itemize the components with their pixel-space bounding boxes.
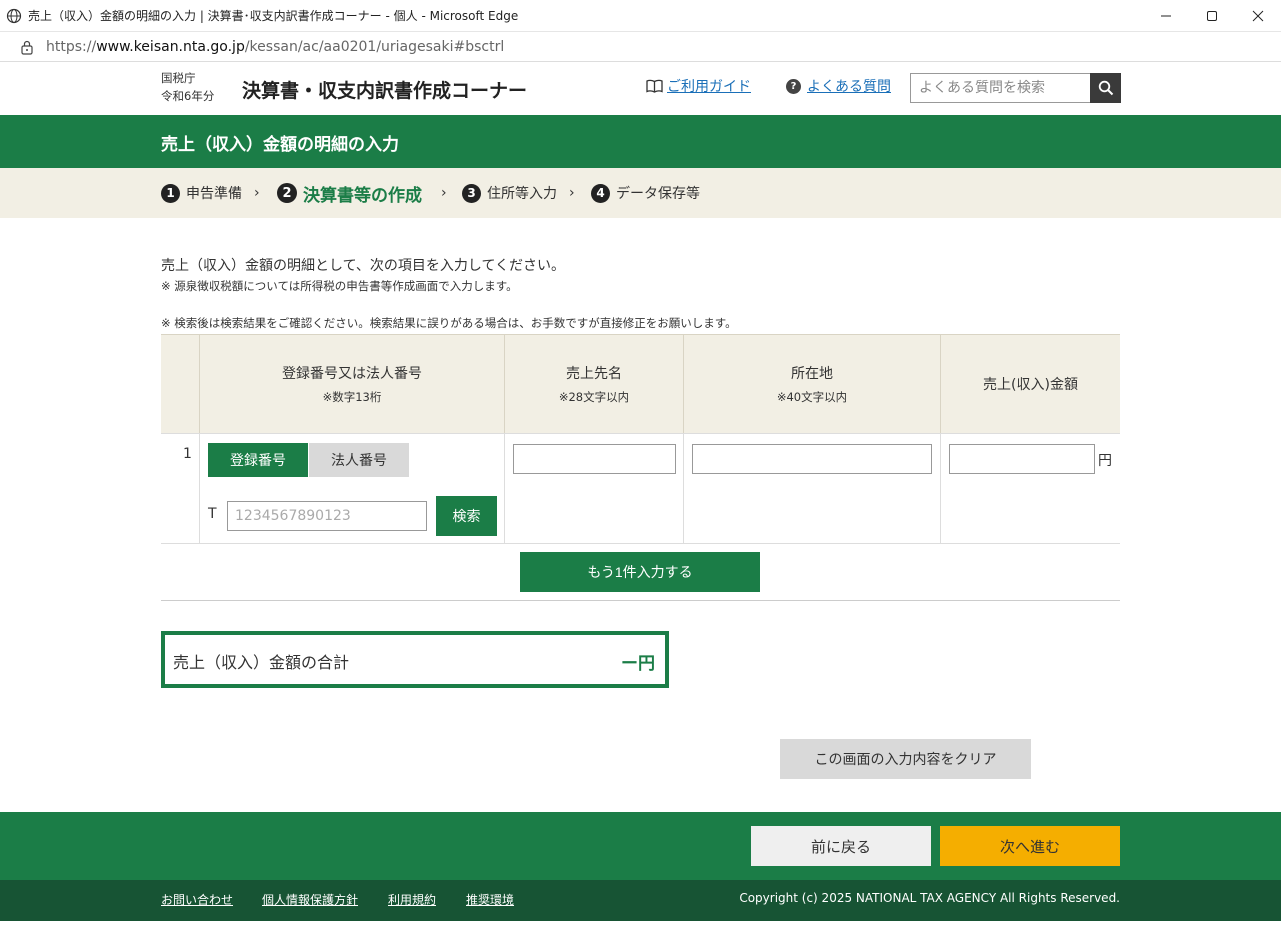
total-label: 売上（収入）金額の合計 (173, 653, 350, 672)
faq-link[interactable]: ? よくある質問 (786, 76, 891, 96)
guide-link[interactable]: ご利用ガイド (646, 76, 751, 96)
faq-link-label: よくある質問 (807, 79, 891, 95)
lookup-button[interactable]: 検索 (436, 496, 497, 536)
footer: お問い合わせ 個人情報保護方針 利用規約 推奨環境 Copyright (c) … (0, 880, 1281, 921)
faq-search-button[interactable] (1090, 73, 1121, 103)
next-button[interactable]: 次へ進む (940, 826, 1120, 866)
copyright: Copyright (c) 2025 NATIONAL TAX AGENCY A… (739, 891, 1120, 905)
agency-name: 国税庁 (161, 71, 196, 85)
number-cell: 登録番号 法人番号 T 検索 (200, 433, 505, 544)
total-value: ー円 (621, 654, 655, 674)
minimize-button[interactable] (1143, 0, 1189, 32)
guide-link-label: ご利用ガイド (667, 79, 751, 95)
clear-input-button[interactable]: この画面の入力内容をクリア (780, 739, 1031, 779)
url-scheme: https:// (46, 38, 97, 55)
header-number: 登録番号又は法人番号 ※数字13桁 (200, 334, 505, 433)
back-button[interactable]: 前に戻る (751, 826, 931, 866)
question-icon: ? (786, 78, 801, 94)
lock-icon (21, 40, 33, 55)
close-icon (1252, 10, 1264, 21)
footer-link-contact[interactable]: お問い合わせ (161, 891, 233, 908)
tax-year: 令和6年分 (161, 89, 215, 103)
amount-input[interactable] (949, 444, 1095, 474)
step-indicator: 1 申告準備 › 2 決算書等の作成 › 3 住所等入力 › 4 データ保存等 (0, 168, 1281, 218)
maximize-icon (1207, 10, 1217, 21)
sales-detail-table: 登録番号又は法人番号 ※数字13桁 売上先名 ※28文字以内 所在地 ※40文字… (161, 334, 1120, 544)
row-index: 1 (183, 446, 192, 462)
header-index (161, 334, 200, 433)
tab-corporate-number[interactable]: 法人番号 (309, 443, 409, 477)
header-name: 売上先名 ※28文字以内 (505, 334, 684, 433)
chevron-right-icon: › (254, 185, 260, 201)
amount-cell: 円 (941, 433, 1120, 544)
tab-registration-number[interactable]: 登録番号 (208, 443, 308, 477)
page-title: 売上（収入）金額の明細の入力 (161, 135, 399, 155)
address-input[interactable] (692, 444, 932, 474)
registration-prefix: T (208, 506, 217, 522)
step-3: 3 住所等入力 (462, 168, 557, 218)
add-row-button[interactable]: もう1件入力する (520, 552, 760, 592)
site-title[interactable]: 決算書・収支内訳書作成コーナー (242, 76, 527, 103)
total-box: 売上（収入）金額の合計 ー円 (161, 631, 669, 688)
url-host: www.keisan.nta.go.jp (96, 38, 245, 55)
footer-link-environment[interactable]: 推奨環境 (466, 891, 514, 908)
navigation-band: 前に戻る 次へ進む (0, 812, 1281, 880)
agency-block: 国税庁 令和6年分 (161, 69, 214, 105)
footer-link-privacy[interactable]: 個人情報保護方針 (262, 891, 358, 908)
header-amount: 売上(収入)金額 (941, 334, 1120, 433)
step-2-current: 2 決算書等の作成 (277, 168, 422, 218)
note-withholding: ※ 源泉徴収税額については所得税の申告書等作成画面で入力します。 (161, 279, 518, 293)
note-search: ※ 検索後は検索結果をご確認ください。検索結果に誤りがある場合は、お手数ですが直… (161, 316, 737, 330)
yen-unit: 円 (1098, 453, 1112, 469)
intro-text: 売上（収入）金額の明細として、次の項目を入力してください。 (161, 258, 566, 274)
book-icon (646, 79, 663, 93)
search-icon (1098, 80, 1113, 96)
chevron-right-icon: › (441, 185, 447, 201)
address-cell (684, 433, 941, 544)
step-1: 1 申告準備 (161, 168, 242, 218)
address-bar[interactable]: https://www.keisan.nta.go.jp/kessan/ac/a… (0, 32, 1281, 62)
minimize-icon (1161, 15, 1171, 16)
faq-search-input[interactable] (910, 73, 1091, 103)
table-row: 1 (161, 433, 200, 544)
close-button[interactable] (1235, 0, 1281, 32)
globe-icon (6, 8, 22, 23)
chevron-right-icon: › (569, 185, 575, 201)
registration-number-input[interactable] (227, 501, 427, 531)
header-address: 所在地 ※40文字以内 (684, 334, 941, 433)
name-cell (505, 433, 684, 544)
window-title: 売上（収入）金額の明細の入力 | 決算書･収支内訳書作成コーナー - 個人 - … (28, 9, 519, 23)
section-divider (161, 600, 1120, 601)
footer-link-terms[interactable]: 利用規約 (388, 891, 436, 908)
window-titlebar: 売上（収入）金額の明細の入力 | 決算書･収支内訳書作成コーナー - 個人 - … (0, 0, 1281, 32)
customer-name-input[interactable] (513, 444, 676, 474)
url-path: /kessan/ac/aa0201/uriagesaki#bsctrl (244, 38, 505, 55)
step-4: 4 データ保存等 (591, 168, 700, 218)
maximize-button[interactable] (1189, 0, 1235, 32)
site-header: 国税庁 令和6年分 決算書・収支内訳書作成コーナー ご利用ガイド ? よくある質… (0, 62, 1281, 115)
page-title-band: 売上（収入）金額の明細の入力 (0, 115, 1281, 168)
page-bottom (0, 921, 1281, 942)
